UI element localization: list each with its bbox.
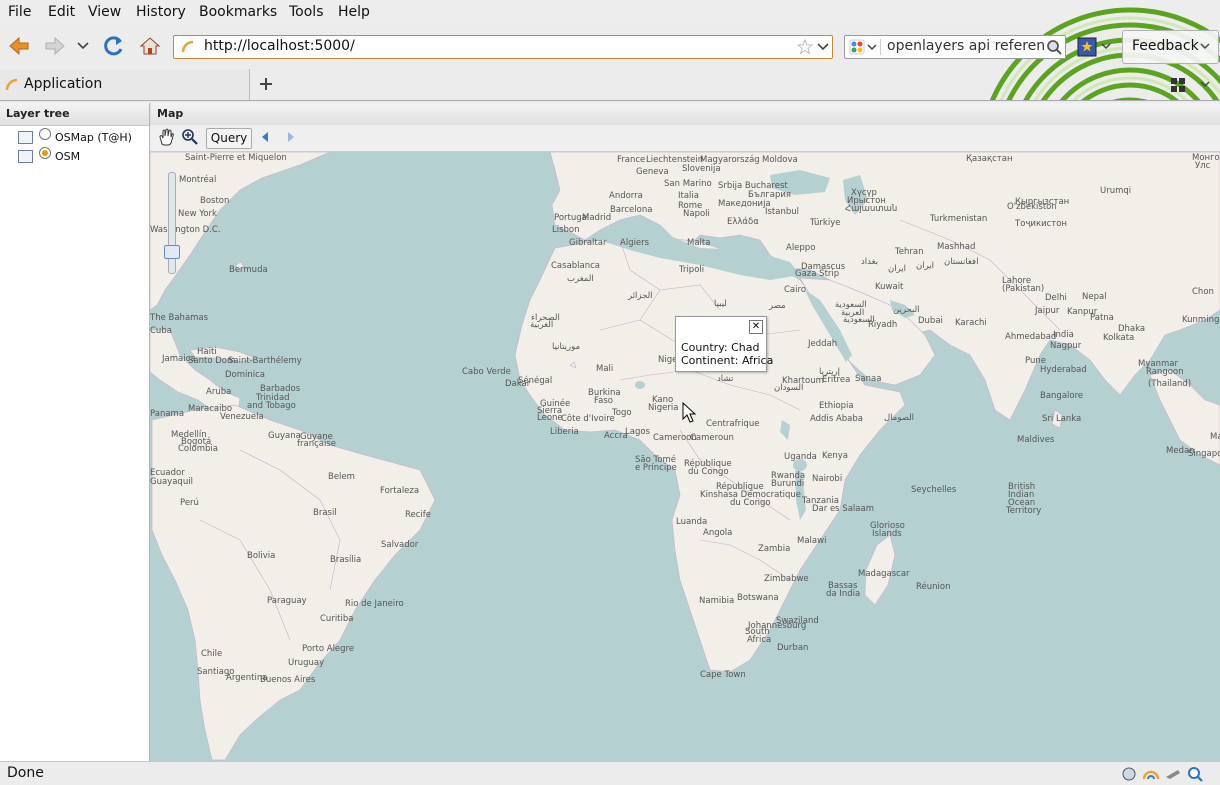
layer-radio[interactable]: [39, 128, 51, 140]
feedback-label: Feedback: [1132, 38, 1199, 54]
menu-view[interactable]: View: [88, 4, 121, 20]
map-canvas[interactable]: France Liechtenstein Magyarország Moldova G…: [150, 152, 1220, 761]
address-dropdown-icon[interactable]: [817, 43, 829, 51]
feedback-button[interactable]: Feedback: [1122, 30, 1219, 64]
tab-application[interactable]: Application: [0, 69, 250, 100]
address-input-text[interactable]: http://localhost:5000/: [204, 38, 355, 54]
plus-icon: [260, 78, 272, 90]
menu-edit[interactable]: Edit: [48, 4, 75, 20]
layer-icon: [18, 130, 33, 144]
layer-label: OSMap (T@H): [55, 130, 132, 144]
popup-close-button[interactable]: ✕: [749, 320, 763, 334]
map-panel-title: Map: [150, 103, 1220, 126]
menu-history[interactable]: History: [136, 4, 186, 20]
feature-info-popup: ✕ Country: Chad Continent: Africa: [675, 316, 773, 372]
bookmark-star-icon[interactable]: [797, 39, 813, 54]
reload-button[interactable]: [101, 33, 127, 59]
tab-list-icon: [1171, 78, 1210, 92]
menu-file[interactable]: File: [8, 4, 31, 20]
layer-icon: [18, 149, 33, 163]
list-all-tabs-button[interactable]: [1168, 76, 1216, 94]
layer-tree-title: Layer tree: [0, 103, 149, 126]
next-extent-icon[interactable]: [286, 131, 296, 143]
new-tab-button[interactable]: [258, 76, 274, 92]
page-favicon-icon: [181, 40, 194, 53]
map-toolbar: Query: [150, 125, 1220, 152]
address-bar[interactable]: http://localhost:5000/: [173, 35, 833, 59]
popup-continent: Continent: Africa: [681, 354, 774, 367]
chevron-down-icon: [77, 42, 89, 50]
popup-country: Country: Chad: [681, 341, 760, 354]
forward-arrow-icon: [45, 37, 65, 55]
search-input-text[interactable]: openlayers api reference: [887, 38, 1061, 54]
layer-radio[interactable]: [39, 147, 51, 159]
tab-favicon-icon: [5, 78, 18, 91]
map-basemap: [150, 152, 1220, 761]
history-dropdown-button[interactable]: [72, 33, 94, 59]
chevron-down-icon: [1200, 43, 1210, 50]
search-bar[interactable]: openlayers api reference: [844, 35, 1066, 59]
search-go-button[interactable]: [1045, 36, 1065, 58]
reload-icon: [104, 36, 123, 56]
magnifier-icon: [1047, 40, 1062, 55]
layer-item-osm[interactable]: OSM: [18, 147, 80, 165]
pan-hand-icon[interactable]: [157, 128, 175, 146]
home-button[interactable]: [137, 33, 163, 59]
status-addon-icons: [1122, 767, 1203, 782]
book-star-icon: [1077, 37, 1111, 57]
menu-help[interactable]: Help: [338, 4, 370, 20]
forward-button[interactable]: [42, 33, 68, 59]
mouse-cursor-icon: [682, 402, 696, 423]
tab-label: Application: [24, 76, 103, 92]
home-icon: [139, 37, 161, 55]
back-button[interactable]: [6, 33, 32, 59]
google-search-engine-icon: [849, 39, 877, 55]
status-bar: Done: [0, 761, 1220, 785]
zoom-slider-handle[interactable]: [164, 245, 180, 259]
menu-bookmarks[interactable]: Bookmarks: [199, 4, 277, 20]
query-button[interactable]: Query: [206, 128, 252, 149]
zoom-in-icon[interactable]: [181, 128, 199, 146]
layer-label: OSM: [55, 149, 81, 163]
status-text: Done: [7, 765, 44, 781]
map-panel: Map Query France Liechtenstein Magyarors…: [150, 103, 1220, 761]
layer-item-osmap[interactable]: OSMap (T@H): [18, 128, 132, 146]
layer-tree-panel: Layer tree OSMap (T@H) OSM: [0, 103, 150, 761]
previous-extent-icon[interactable]: [260, 131, 270, 143]
menu-tools[interactable]: Tools: [289, 4, 324, 20]
back-arrow-icon: [9, 37, 29, 55]
bookmarks-toolbar-button[interactable]: [1076, 36, 1116, 58]
search-engine-selector[interactable]: [848, 39, 881, 55]
